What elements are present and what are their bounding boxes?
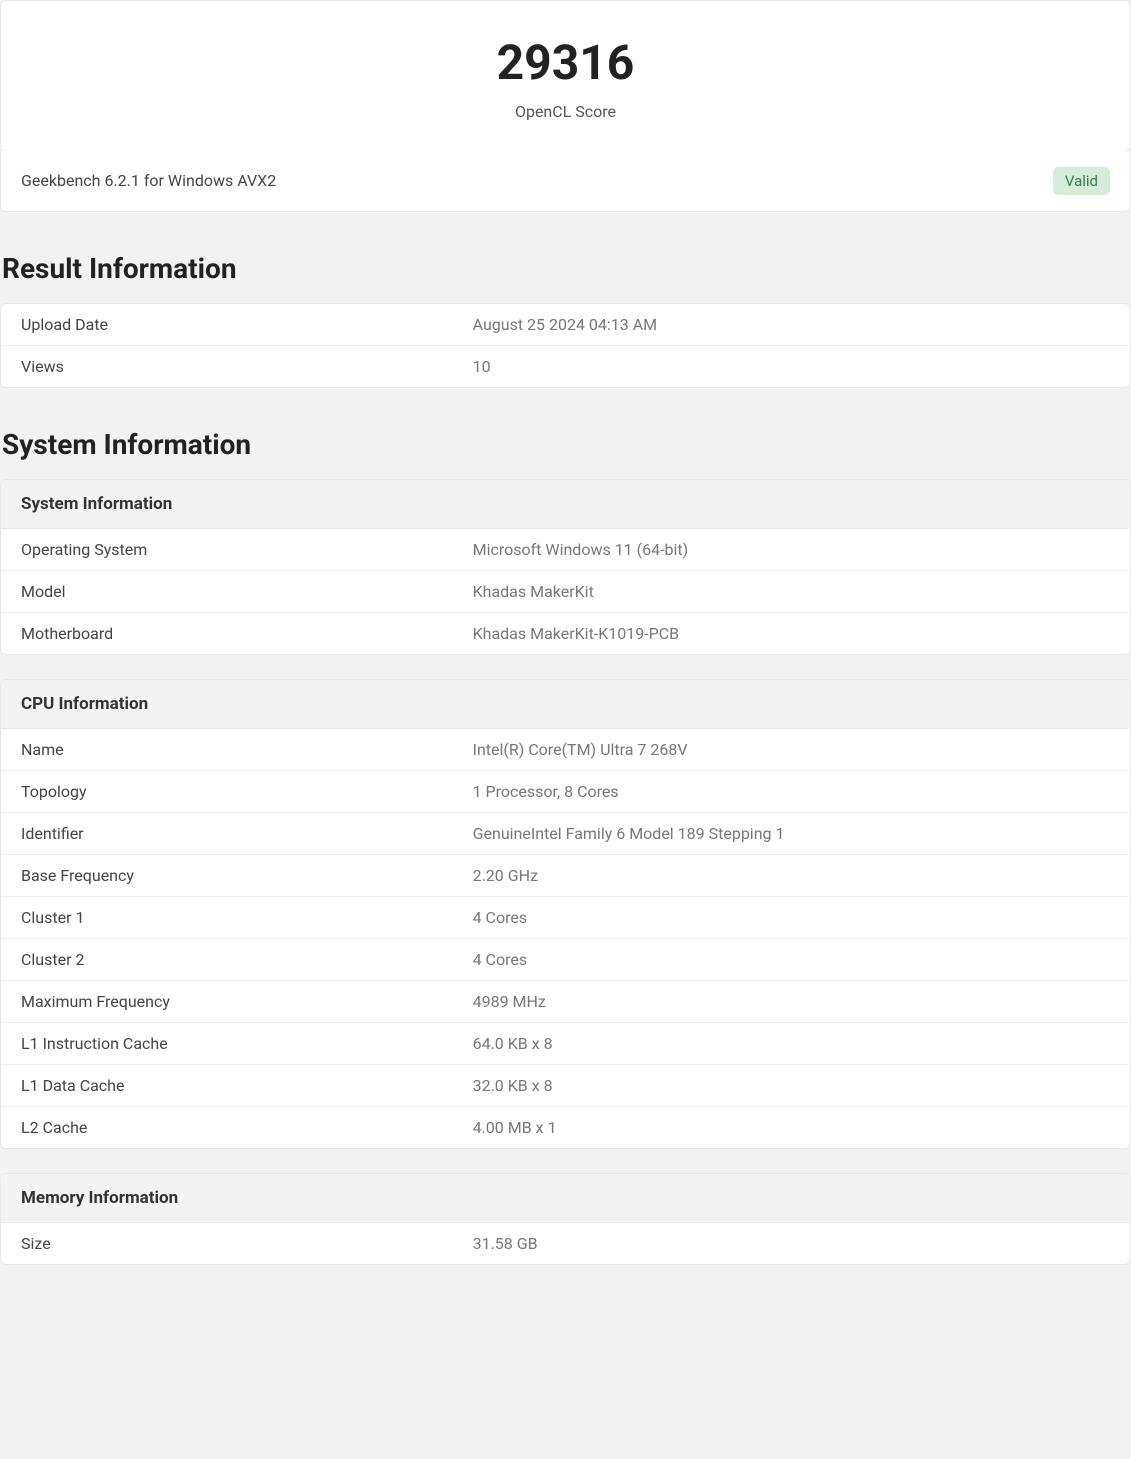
row-key: Maximum Frequency — [1, 980, 453, 1022]
score-value: 29316 — [21, 37, 1110, 90]
row-value: Microsoft Windows 11 (64-bit) — [453, 529, 1130, 571]
result-information-heading: Result Information — [0, 252, 1131, 285]
row-key: L1 Instruction Cache — [1, 1022, 453, 1064]
row-value: Khadas MakerKit-K1019-PCB — [453, 612, 1130, 654]
table-row: ModelKhadas MakerKit — [1, 570, 1130, 612]
table-row: Upload DateAugust 25 2024 04:13 AM — [1, 304, 1130, 346]
table-row: Cluster 24 Cores — [1, 938, 1130, 980]
row-key: Model — [1, 570, 453, 612]
row-key: Cluster 2 — [1, 938, 453, 980]
row-key: Upload Date — [1, 304, 453, 346]
table-row: Views10 — [1, 345, 1130, 387]
row-value: 2.20 GHz — [453, 854, 1130, 896]
row-key: Name — [1, 729, 453, 771]
table-row: Base Frequency2.20 GHz — [1, 854, 1130, 896]
table-row: L1 Data Cache32.0 KB x 8 — [1, 1064, 1130, 1106]
system-information-heading: System Information — [0, 428, 1131, 461]
row-key: Identifier — [1, 812, 453, 854]
row-value: 31.58 GB — [453, 1223, 1130, 1264]
cpu-information-table: CPU Information NameIntel(R) Core(TM) Ul… — [0, 679, 1131, 1149]
row-value: 4.00 MB x 1 — [453, 1106, 1130, 1148]
table-row: NameIntel(R) Core(TM) Ultra 7 268V — [1, 729, 1130, 771]
table-row: Operating SystemMicrosoft Windows 11 (64… — [1, 529, 1130, 571]
row-key: Topology — [1, 770, 453, 812]
row-key: Operating System — [1, 529, 453, 571]
row-value: 10 — [453, 345, 1130, 387]
row-key: L1 Data Cache — [1, 1064, 453, 1106]
table-row: L1 Instruction Cache64.0 KB x 8 — [1, 1022, 1130, 1064]
row-value: 32.0 KB x 8 — [453, 1064, 1130, 1106]
version-text: Geekbench 6.2.1 for Windows AVX2 — [21, 171, 276, 190]
row-value: 4989 MHz — [453, 980, 1130, 1022]
table-row: Maximum Frequency4989 MHz — [1, 980, 1130, 1022]
row-key: L2 Cache — [1, 1106, 453, 1148]
row-key: Cluster 1 — [1, 896, 453, 938]
version-bar: Geekbench 6.2.1 for Windows AVX2 Valid — [0, 151, 1131, 212]
row-key: Views — [1, 345, 453, 387]
table-header: CPU Information — [1, 680, 1130, 729]
table-row: Cluster 14 Cores — [1, 896, 1130, 938]
table-row: MotherboardKhadas MakerKit-K1019-PCB — [1, 612, 1130, 654]
row-key: Motherboard — [1, 612, 453, 654]
row-key: Base Frequency — [1, 854, 453, 896]
table-row: Topology1 Processor, 8 Cores — [1, 770, 1130, 812]
table-header: Memory Information — [1, 1174, 1130, 1223]
row-value: Khadas MakerKit — [453, 570, 1130, 612]
valid-badge: Valid — [1053, 167, 1110, 195]
row-value: 1 Processor, 8 Cores — [453, 770, 1130, 812]
table-row: IdentifierGenuineIntel Family 6 Model 18… — [1, 812, 1130, 854]
result-information-table: Upload DateAugust 25 2024 04:13 AMViews1… — [0, 303, 1131, 388]
row-value: 4 Cores — [453, 896, 1130, 938]
table-row: L2 Cache4.00 MB x 1 — [1, 1106, 1130, 1148]
row-value: Intel(R) Core(TM) Ultra 7 268V — [453, 729, 1130, 771]
row-value: 4 Cores — [453, 938, 1130, 980]
score-label: OpenCL Score — [21, 102, 1110, 121]
row-value: GenuineIntel Family 6 Model 189 Stepping… — [453, 812, 1130, 854]
table-header: System Information — [1, 480, 1130, 529]
table-row: Size31.58 GB — [1, 1223, 1130, 1264]
score-card: 29316 OpenCL Score — [0, 0, 1131, 152]
memory-information-table: Memory Information Size31.58 GB — [0, 1173, 1131, 1265]
row-value: 64.0 KB x 8 — [453, 1022, 1130, 1064]
row-key: Size — [1, 1223, 453, 1264]
row-value: August 25 2024 04:13 AM — [453, 304, 1130, 346]
system-information-table: System Information Operating SystemMicro… — [0, 479, 1131, 655]
